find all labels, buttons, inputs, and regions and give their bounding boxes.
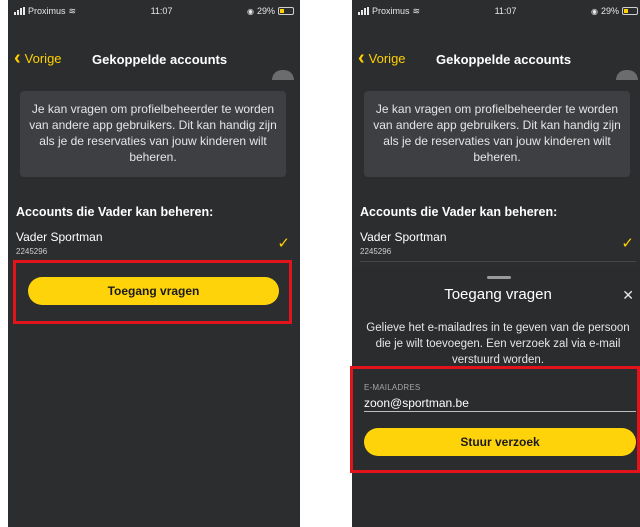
info-box: Je kan vragen om profielbeheerder te wor…	[364, 91, 630, 177]
status-time: 11:07	[494, 6, 517, 16]
account-id: 2245296	[16, 247, 48, 256]
list-item[interactable]: Vader Sportman 2245296 ✓	[16, 228, 292, 262]
sheet-title: Toegang vragen	[444, 286, 552, 303]
orientation-lock-icon: ◉	[246, 6, 254, 16]
chevron-left-icon: ‹	[14, 47, 21, 69]
battery-icon	[621, 7, 638, 15]
accounts-heading: Accounts die Vader kan beheren:	[16, 205, 214, 219]
account-id: 2245296	[360, 247, 392, 256]
back-button[interactable]: ‹ Vorige	[358, 47, 406, 69]
avatar[interactable]	[616, 70, 638, 80]
orientation-lock-icon: ◉	[590, 6, 598, 16]
close-icon[interactable]: ✕	[622, 287, 634, 304]
chevron-left-icon: ‹	[358, 47, 365, 69]
back-label: Vorige	[24, 50, 62, 66]
status-bar: Proximus ≋ 11:07 ◉ 29%	[352, 0, 640, 22]
carrier-label: Proximus	[372, 6, 410, 16]
page-title: Gekoppelde accounts	[92, 52, 228, 67]
accounts-heading: Accounts die Vader kan beheren:	[360, 205, 558, 219]
back-button[interactable]: ‹ Vorige	[14, 47, 62, 69]
status-time: 11:07	[150, 6, 173, 16]
wifi-icon: ≋	[412, 5, 421, 16]
nav-bar: ‹ Vorige Gekoppelde accounts	[352, 40, 640, 80]
info-box: Je kan vragen om profielbeheerder te wor…	[20, 91, 286, 177]
check-icon: ✓	[277, 235, 290, 252]
signal-icon	[14, 7, 25, 15]
sheet-drag-handle[interactable]	[487, 276, 511, 279]
back-label: Vorige	[368, 50, 406, 66]
sheet-description: Gelieve het e-mailadres in te geven van …	[366, 322, 630, 366]
carrier-label: Proximus	[28, 6, 66, 16]
list-item[interactable]: Vader Sportman 2245296 ✓	[360, 228, 636, 262]
battery-percent: 29%	[600, 6, 619, 16]
avatar[interactable]	[272, 70, 294, 80]
account-name: Vader Sportman	[16, 230, 103, 244]
status-bar: Proximus ≋ 11:07 ◉ 29%	[8, 0, 300, 22]
check-icon: ✓	[621, 235, 634, 252]
account-name: Vader Sportman	[360, 230, 447, 244]
highlight-box-request-button	[13, 260, 292, 324]
nav-bar: ‹ Vorige Gekoppelde accounts	[8, 40, 300, 80]
page-title: Gekoppelde accounts	[436, 52, 572, 67]
battery-percent: 29%	[256, 6, 275, 16]
battery-icon	[277, 7, 294, 15]
wifi-icon: ≋	[68, 5, 77, 16]
highlight-box-email-form	[350, 366, 640, 473]
signal-icon	[358, 7, 369, 15]
